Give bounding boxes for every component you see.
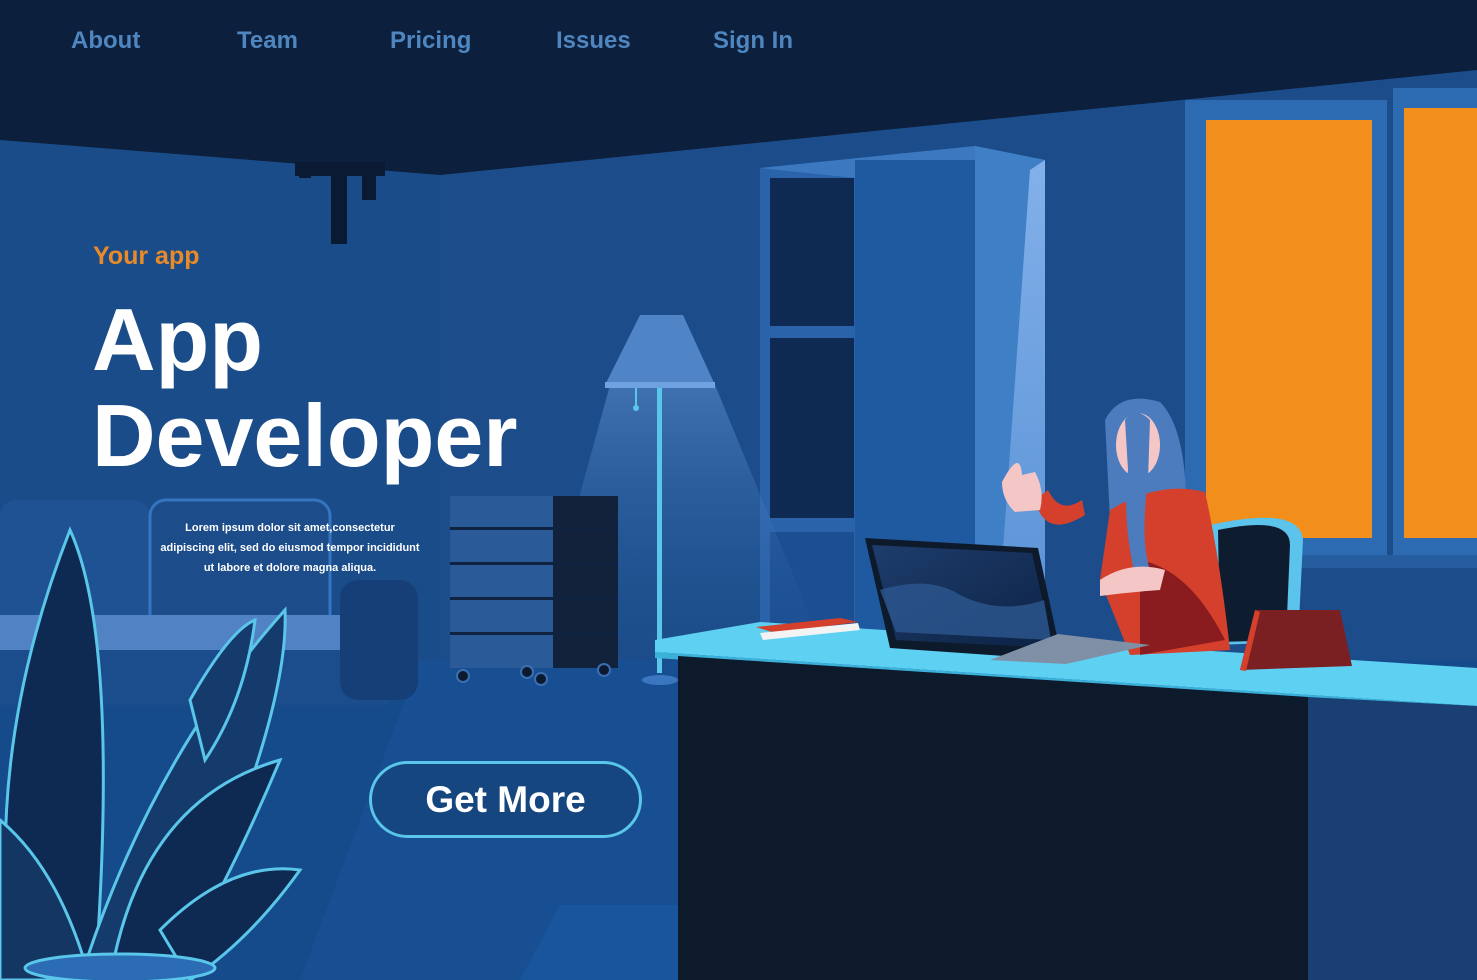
bookshelf-shelf [770,518,854,532]
hero-description-line-2: adipiscing elit, sed do eiusmod tempor i… [160,542,420,554]
desk-side [1308,697,1477,980]
desk-front [678,656,1308,980]
hero-title: App Developer [92,292,612,484]
hero-title-line-1: App [92,290,264,389]
hero-description: Lorem ipsum dolor sit amet,consectetur a… [154,518,426,578]
sofa-arm [340,580,418,700]
window-glow [1206,120,1372,538]
lamp-pull-icon [633,405,639,411]
nav-link-about[interactable]: About [71,25,140,57]
track-light-icon [331,176,347,244]
window-glow [1404,108,1477,538]
top-nav: About Team Pricing Issues Sign In [0,0,860,84]
nav-link-sign-in[interactable]: Sign In [713,25,793,57]
nav-link-pricing[interactable]: Pricing [390,25,471,57]
lamp-pole [657,388,662,673]
nav-link-team[interactable]: Team [237,25,298,57]
bookshelf-back [770,178,854,518]
plant-pot-rim [23,952,217,980]
office-scene-illustration [0,0,1477,980]
drawer-side [553,496,618,668]
nav-link-issues[interactable]: Issues [556,25,631,57]
hero-title-line-2: Developer [92,386,518,485]
track-light-icon [362,176,376,200]
lamp-shade-rim [605,382,715,388]
hero-description-line-3: ut labore et dolore magna aliqua. [203,562,377,574]
hero-eyebrow: Your app [93,242,200,270]
track-light-icon [299,166,311,178]
bookshelf-shelf [770,326,854,338]
lamp-base [642,675,678,685]
hero-description-line-1: Lorem ipsum dolor sit amet,consectetur [185,522,395,534]
landing-page: About Team Pricing Issues Sign In Your a… [0,0,1477,980]
get-more-button[interactable]: Get More [369,761,642,838]
